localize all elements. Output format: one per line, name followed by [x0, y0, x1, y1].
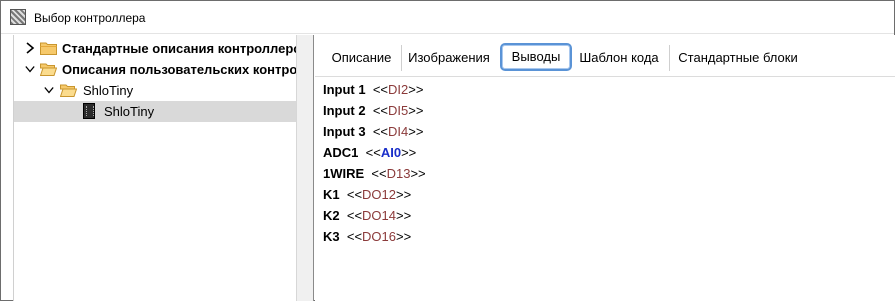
pin-reference: DO12	[362, 187, 397, 202]
pin-row: K2 <<DO14>>	[323, 208, 411, 228]
chip-icon	[83, 103, 95, 119]
controller-app-icon	[10, 9, 26, 25]
pin-close-bracket: >>	[396, 208, 412, 223]
pin-name: Input 1	[323, 82, 366, 97]
pin-close-bracket: >>	[401, 145, 417, 160]
pin-close-bracket: >>	[408, 82, 424, 97]
tree-item-standard-descriptions[interactable]: Стандартные описания контроллеров	[14, 38, 296, 59]
pin-open-bracket: <<	[371, 166, 387, 181]
pin-open-bracket: <<	[372, 82, 389, 97]
pin-row: Input 3 <<DI4>>	[323, 124, 423, 144]
tree-item-label: Стандартные описания контроллеров	[62, 41, 296, 56]
pin-name: Input 3	[323, 124, 366, 139]
pin-open-bracket: <<	[365, 145, 381, 160]
window-title: Выбор контроллера	[34, 11, 146, 25]
pin-reference: D13	[386, 166, 411, 181]
title-bar: Выбор контроллера	[1, 1, 894, 34]
pin-row: 1WIRE <<D13>>	[323, 166, 426, 186]
chevron-right-icon[interactable]	[25, 42, 35, 54]
tab-pins[interactable]: Выводы	[500, 43, 572, 71]
tab-separator	[669, 45, 670, 71]
controller-selection-window: Выбор контроллера Стандартные описания к…	[0, 0, 895, 301]
folder-open-icon	[40, 63, 57, 76]
pin-reference: DI2	[388, 82, 409, 97]
pin-reference: DO14	[362, 208, 397, 223]
tree-item-label: ShloTiny	[83, 83, 134, 98]
tree-item-label: Описания пользовательских контроллеров	[62, 62, 296, 77]
pin-close-bracket: >>	[396, 229, 412, 244]
pin-reference: AI0	[380, 145, 402, 160]
pin-row: K3 <<DO16>>	[323, 229, 411, 249]
pin-name: ADC1	[323, 145, 359, 160]
chevron-down-icon[interactable]	[44, 84, 54, 96]
pin-name: Input 2	[323, 103, 366, 118]
controller-tree: Стандартные описания контроллеров Описан…	[13, 35, 296, 301]
pin-open-bracket: <<	[346, 187, 363, 202]
chevron-down-icon[interactable]	[25, 63, 35, 75]
folder-open-icon	[60, 84, 77, 97]
tree-item-shlotiny-controller[interactable]: ShloTiny	[14, 101, 296, 122]
pins-list: Input 1 <<DI2>> Input 2 <<DI5>> Input 3 <<…	[315, 78, 895, 301]
tab-standard-blocks[interactable]: Стандартные блоки	[675, 47, 801, 69]
pin-name: 1WIRE	[323, 166, 365, 181]
pin-row: Input 1 <<DI2>>	[323, 82, 423, 102]
pin-reference: DI4	[388, 124, 409, 139]
pin-open-bracket: <<	[372, 124, 389, 139]
pin-close-bracket: >>	[408, 103, 424, 118]
folder-icon	[40, 42, 57, 55]
tab-separator	[401, 45, 402, 71]
tree-item-shlotiny-folder[interactable]: ShloTiny	[14, 80, 296, 101]
pin-reference: DI5	[388, 103, 409, 118]
pin-close-bracket: >>	[396, 187, 412, 202]
pin-name: K1	[323, 187, 340, 202]
pin-open-bracket: <<	[346, 208, 363, 223]
tab-description[interactable]: Описание	[323, 47, 400, 69]
pin-row: ADC1 <<AI0>>	[323, 145, 416, 165]
pin-open-bracket: <<	[346, 229, 363, 244]
tab-bar: Описание Изображения Выводы Шаблон кода …	[315, 35, 895, 77]
pin-close-bracket: >>	[408, 124, 424, 139]
tree-item-label: ShloTiny	[104, 104, 155, 119]
pin-reference: DO16	[362, 229, 397, 244]
pin-row: K1 <<DO12>>	[323, 187, 411, 207]
tab-code-template[interactable]: Шаблон кода	[577, 47, 661, 69]
panel-splitter[interactable]	[296, 35, 314, 301]
tab-images[interactable]: Изображения	[405, 47, 493, 69]
pin-open-bracket: <<	[372, 103, 389, 118]
pin-close-bracket: >>	[410, 166, 426, 181]
tree-item-user-descriptions[interactable]: Описания пользовательских контроллеров	[14, 59, 296, 80]
pin-name: K2	[323, 208, 340, 223]
details-panel: Описание Изображения Выводы Шаблон кода …	[315, 35, 895, 301]
pin-name: K3	[323, 229, 340, 244]
pin-row: Input 2 <<DI5>>	[323, 103, 423, 123]
